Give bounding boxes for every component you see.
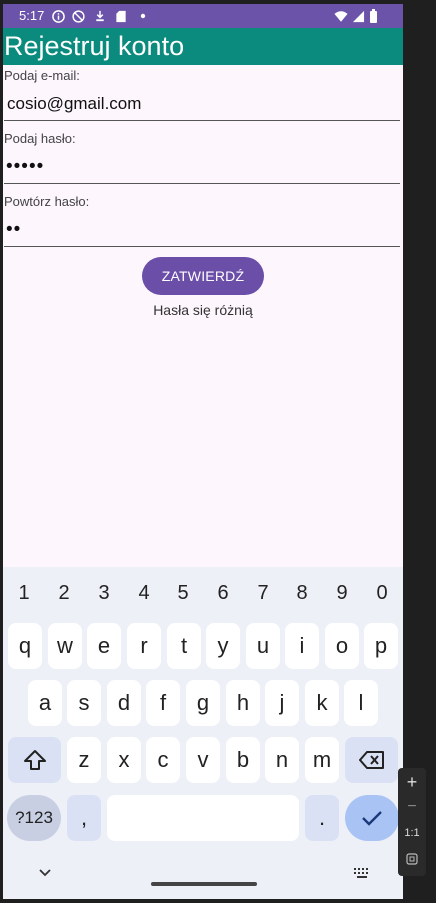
- home-indicator[interactable]: [151, 882, 257, 886]
- key-5[interactable]: 5: [163, 582, 203, 605]
- shift-icon: [23, 750, 46, 770]
- key-a[interactable]: a: [28, 680, 62, 726]
- key-u[interactable]: u: [246, 623, 280, 669]
- enter-key[interactable]: [345, 795, 399, 841]
- signal-icon: [351, 9, 365, 23]
- navigation-bar: [3, 862, 403, 899]
- key-1[interactable]: 1: [4, 582, 44, 605]
- shift-key[interactable]: [8, 737, 61, 783]
- key-x[interactable]: x: [107, 737, 141, 783]
- key-y[interactable]: y: [206, 623, 240, 669]
- email-label: Podaj e-mail:: [4, 68, 80, 83]
- period-key[interactable]: .: [305, 795, 339, 841]
- password-field[interactable]: •••••: [4, 153, 400, 184]
- key-2[interactable]: 2: [44, 582, 84, 605]
- key-3[interactable]: 3: [84, 582, 124, 605]
- key-w[interactable]: w: [48, 623, 82, 669]
- key-9[interactable]: 9: [322, 582, 362, 605]
- soft-keyboard: 1 2 3 4 5 6 7 8 9 0 q w e r t y u i o p …: [3, 567, 403, 899]
- dot-icon: [136, 9, 150, 23]
- key-d[interactable]: d: [107, 680, 141, 726]
- password-label: Podaj hasło:: [4, 131, 76, 146]
- key-7[interactable]: 7: [243, 582, 283, 605]
- keyboard-icon[interactable]: [353, 867, 371, 879]
- key-0[interactable]: 0: [362, 582, 402, 605]
- confirm-password-label: Powtórz hasło:: [4, 194, 90, 209]
- key-z[interactable]: z: [67, 737, 101, 783]
- key-4[interactable]: 4: [124, 582, 164, 605]
- confirm-password-value: ••: [6, 219, 22, 240]
- key-k[interactable]: k: [305, 680, 339, 726]
- email-value: cosio@gmail.com: [7, 94, 142, 113]
- symbols-key[interactable]: ?123: [7, 795, 61, 841]
- app-bar: Rejestruj konto: [3, 28, 403, 65]
- key-t[interactable]: t: [167, 623, 201, 669]
- block-icon: [71, 9, 85, 23]
- backspace-key[interactable]: [345, 737, 398, 783]
- key-e[interactable]: e: [87, 623, 121, 669]
- notification-icon: [93, 9, 107, 23]
- wifi-icon: [334, 9, 348, 23]
- phone-screen: 5:17 Rejestruj konto Podaj e-mail: cosio: [3, 4, 403, 899]
- key-n[interactable]: n: [265, 737, 299, 783]
- sd-card-icon: [114, 9, 128, 23]
- key-r[interactable]: r: [127, 623, 161, 669]
- password-mismatch-message: Hasła się różnią: [153, 302, 253, 318]
- key-l[interactable]: l: [344, 680, 378, 726]
- zoom-ratio-button[interactable]: 1:1: [398, 827, 426, 839]
- space-key[interactable]: [107, 795, 299, 841]
- key-f[interactable]: f: [146, 680, 180, 726]
- key-6[interactable]: 6: [203, 582, 243, 605]
- key-s[interactable]: s: [67, 680, 101, 726]
- key-v[interactable]: v: [186, 737, 220, 783]
- zoom-out-button[interactable]: −: [398, 798, 426, 816]
- info-icon: [51, 9, 65, 23]
- confirm-password-field[interactable]: ••: [4, 216, 400, 247]
- key-h[interactable]: h: [226, 680, 260, 726]
- password-value: •••••: [6, 156, 45, 177]
- key-b[interactable]: b: [226, 737, 260, 783]
- key-8[interactable]: 8: [282, 582, 322, 605]
- screenshot-icon[interactable]: [398, 852, 426, 868]
- key-q[interactable]: q: [8, 623, 42, 669]
- comma-key[interactable]: ,: [67, 795, 101, 841]
- backspace-icon: [358, 751, 384, 769]
- email-field[interactable]: cosio@gmail.com: [4, 90, 400, 121]
- number-row: 1 2 3 4 5 6 7 8 9 0: [3, 577, 403, 607]
- checkmark-icon: [362, 811, 382, 826]
- key-i[interactable]: i: [285, 623, 319, 669]
- key-o[interactable]: o: [325, 623, 359, 669]
- chevron-down-icon[interactable]: [38, 868, 52, 878]
- zoom-in-button[interactable]: +: [398, 772, 426, 793]
- status-time: 5:17: [19, 8, 45, 23]
- battery-icon: [366, 9, 380, 23]
- status-bar: 5:17: [3, 4, 403, 28]
- key-m[interactable]: m: [305, 737, 339, 783]
- key-c[interactable]: c: [146, 737, 180, 783]
- key-p[interactable]: p: [364, 623, 398, 669]
- emulator-side-toolbar: + − 1:1: [398, 768, 426, 876]
- page-title: Rejestruj konto: [4, 31, 185, 61]
- key-g[interactable]: g: [186, 680, 220, 726]
- submit-button[interactable]: ZATWIERDŹ: [142, 257, 264, 295]
- key-j[interactable]: j: [265, 680, 299, 726]
